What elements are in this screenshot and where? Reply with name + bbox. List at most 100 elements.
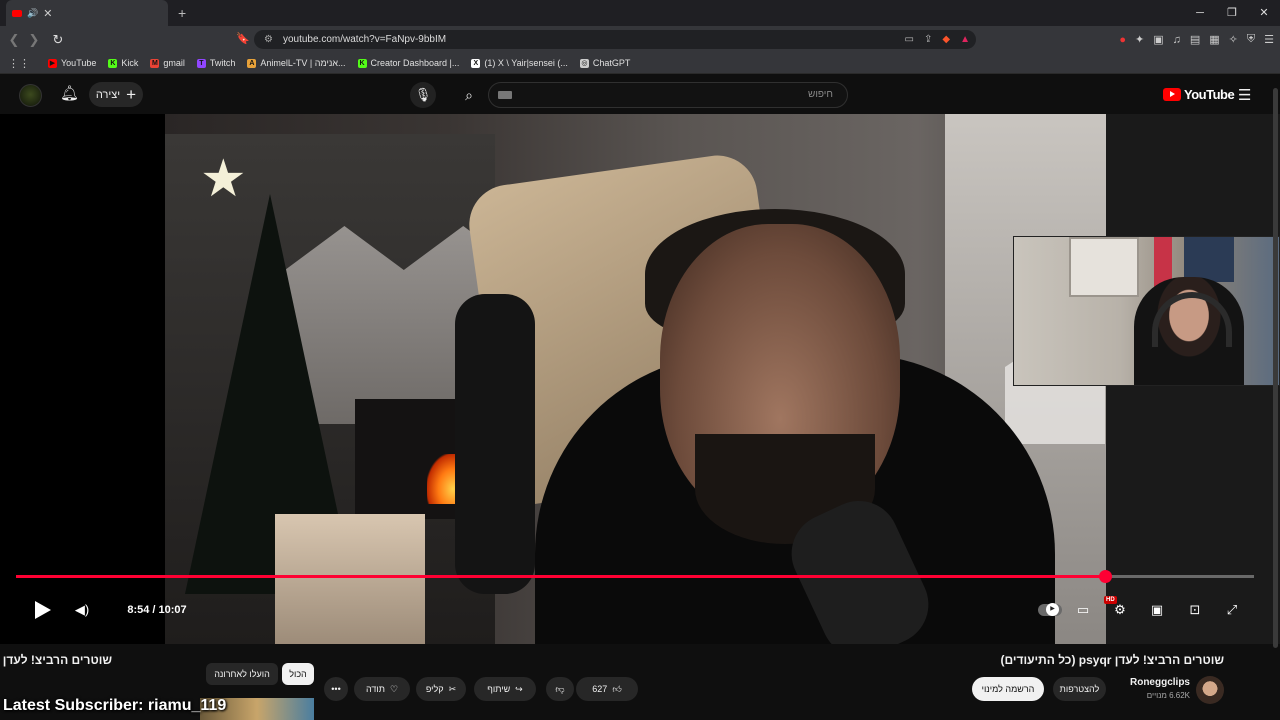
reload-button[interactable]: ↻ [48,32,68,48]
youtube-favicon-icon [12,9,22,17]
back-button[interactable]: ❮ [4,32,24,48]
bookmark-item[interactable]: X (1) X \ Yair|sensei (... [471,58,568,68]
guide-menu-icon[interactable]: ☰ [1238,86,1251,104]
volume-icon: ◀) [74,602,90,617]
subtitles-icon: ▭ [1076,602,1090,617]
scene-chair-side [455,294,535,594]
bookmark-item[interactable]: T Twitch [196,58,235,68]
notifications-bell-icon[interactable]: 🔔︎ [60,84,79,102]
autoplay-toggle-icon [1038,603,1062,616]
progress-bar[interactable] [16,570,1254,583]
plus-icon: + [126,85,137,104]
subtitles-button[interactable]: ▭ [1071,594,1095,626]
stream-overlay-latest-subscriber: Latest Subscriber: riamu_119 [3,697,227,714]
leo-ai-icon[interactable]: ✧ [1229,33,1238,46]
bookmark-label: gmail [163,58,185,68]
progress-played [16,575,1106,578]
bookmark-icon[interactable]: 🔖 [236,32,250,45]
apps-grid-icon[interactable]: ⋮⋮ [8,57,30,70]
search-input[interactable]: חיפוש [488,82,848,108]
bookmark-favicon-icon: ▶ [48,58,57,68]
bookmark-favicon-icon: X [471,58,481,68]
speaker-icon[interactable]: 🔊 [27,8,38,19]
video-player[interactable]: ★ ◀) 8:54 / 10:07 ▭ ⚙ ▣ ⊡ ⤢ HD [0,114,1280,644]
thanks-button[interactable]: תודה ♡ [354,677,410,701]
like-button[interactable]: 627 👍︎ [576,677,638,701]
share-label: שיתוף [487,684,511,694]
forward-button[interactable]: ❯ [24,32,44,48]
bookmark-item[interactable]: K Kick [108,58,138,68]
keyboard-icon[interactable] [498,91,512,99]
bookmark-favicon-icon: M [150,58,160,68]
user-avatar[interactable] [19,84,42,107]
miniplayer-button[interactable]: ▣ [1145,594,1169,626]
cast-icon[interactable]: ▭ [905,34,914,45]
miniplayer-icon: ▣ [1150,602,1164,617]
vpn-icon[interactable]: ⛨ [1247,33,1255,46]
bookmark-label: YouTube [61,58,97,68]
play-icon [35,601,51,619]
maximize-button[interactable]: ❐ [1216,0,1248,26]
site-info-icon[interactable]: ⚙ [264,34,273,45]
puzzle-icon[interactable]: ✦ [1135,33,1144,46]
close-window-button[interactable]: ✕ [1248,0,1280,26]
tab-title: שוטרים הרביצ! לעדן psyqr (כ [0,653,112,667]
clip-label: קליפ [425,684,444,694]
chip-all[interactable]: הכול [282,663,314,685]
youtube-play-logo-icon [1163,88,1181,101]
more-actions-button[interactable]: ••• [324,677,348,701]
extension-red-icon[interactable]: ● [1119,34,1126,46]
volume-button[interactable]: ◀) [70,594,94,626]
menu-icon[interactable]: ☰ [1264,33,1274,46]
share-arrow-icon: ↪ [515,683,523,694]
bookmark-item[interactable]: K Creator Dashboard |... [357,58,459,68]
play-button[interactable] [26,594,56,626]
clip-button[interactable]: קליפ ✂ [416,677,466,701]
url-text: youtube.com/watch?v=FaNpv-9bbIM [282,34,447,45]
channel-name[interactable]: Roneggclips [1130,677,1190,688]
bookmark-label: AnimelL-TV | אנימה... [260,58,346,68]
dislike-button[interactable]: 👎︎ [546,677,574,701]
voice-search-mic-icon[interactable]: 🎙︎ [410,82,436,108]
wallet-icon[interactable]: ▦ [1209,33,1219,46]
extension-box-icon[interactable]: ▣ [1153,33,1163,46]
channel-avatar[interactable] [1196,676,1224,704]
music-icon[interactable]: ♫ [1173,34,1181,46]
sidebar-icon[interactable]: ▤ [1190,33,1200,46]
autoplay-toggle[interactable] [1037,594,1063,626]
bookmark-item[interactable]: ◎ ChatGPT [579,58,630,68]
share-page-icon[interactable]: ⇪ [924,34,932,45]
youtube-logo-text: YouTube [1184,87,1235,102]
minimize-button[interactable]: ─ [1184,0,1216,26]
youtube-header: 🔔︎ יצירה + 🎙︎ ⌕ חיפוש YouTube ☰ [0,76,1280,114]
tab-close-icon[interactable]: ✕ [43,7,52,20]
share-button[interactable]: שיתוף ↪ [474,677,536,701]
search-button[interactable]: ⌕ [450,82,488,108]
omnibox-actions: ▭ ⇪ ◆ ▲ [905,34,970,45]
brave-rewards-icon[interactable]: ▲ [960,34,970,45]
cast-button[interactable]: ⊡ [1183,594,1207,626]
thanks-heart-icon: ♡ [389,683,399,694]
address-bar[interactable]: ⚙ youtube.com/watch?v=FaNpv-9bbIM ▭ ⇪ ◆ … [254,30,976,49]
create-button[interactable]: יצירה + [89,82,143,107]
join-button[interactable]: להצטרפות [1053,677,1106,701]
subscribe-button[interactable]: הרשמה למינוי [972,677,1044,701]
browser-tab-active[interactable]: 🔊 שוטרים הרביצ! לעדן psyqr (כ ✕ [0,0,168,667]
brave-shield-icon[interactable]: ◆ [942,34,950,45]
bookmark-item[interactable]: A AnimelL-TV | אנימה... [247,58,346,68]
like-count: 627 [592,684,608,694]
new-tab-button[interactable]: + [178,5,186,21]
page-scrollbar[interactable] [1273,88,1278,648]
bookmark-favicon-icon: A [247,58,257,68]
browser-toolbar: ❮ ❯ ↻ 🔖 ⚙ youtube.com/watch?v=FaNpv-9bbI… [0,26,1280,53]
bookmark-favicon-icon: K [357,58,367,68]
youtube-logo[interactable]: YouTube [1163,87,1235,102]
fullscreen-button[interactable]: ⤢ [1220,594,1244,626]
bookmark-item[interactable]: ▶ YouTube [48,58,96,68]
more-horizontal-icon: ••• [331,684,341,694]
thanks-label: תודה [365,684,385,694]
chip-recently-uploaded[interactable]: הועלו לאחרונה [206,663,278,685]
bookmark-item[interactable]: Mgmail [150,58,185,68]
subscriber-count: 6.62K מנויים [1146,691,1190,700]
extensions-area: ● ✦ ▣ ♫ ▤ ▦ ✧ ⛨ ☰ [1119,26,1274,53]
